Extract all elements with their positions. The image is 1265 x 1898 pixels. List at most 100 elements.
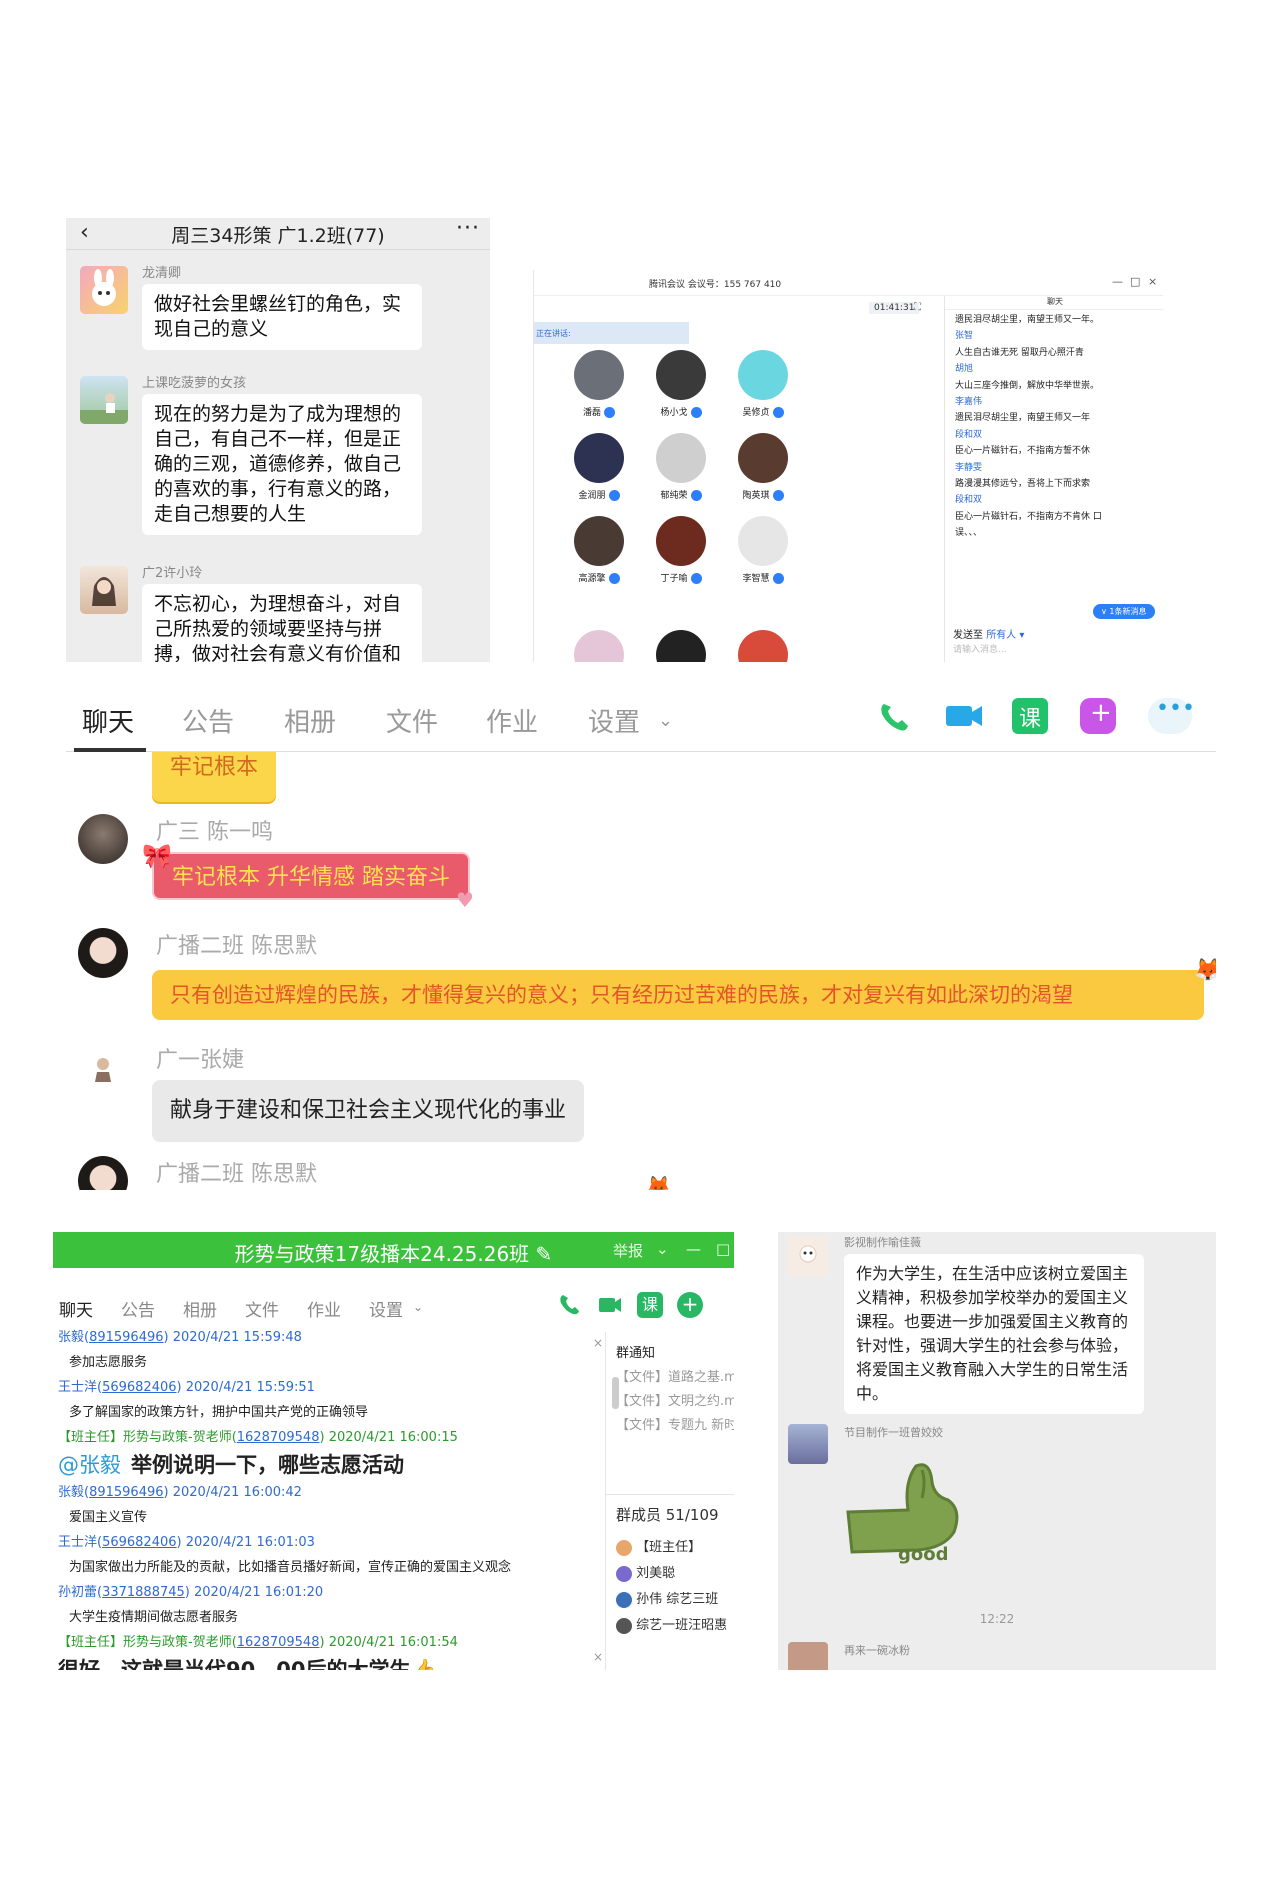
chat-message-text: 臣心一片磁针石，不指南方誓不休 — [955, 446, 1091, 457]
message-bubble[interactable]: 现在的努力是为了成为理想的自己，有自己不一样，但是正确的三观，道德修养，做自己的… — [142, 394, 422, 535]
good-sticker[interactable]: good — [838, 1452, 988, 1582]
chat-input[interactable]: 请输入消息... — [953, 642, 1007, 655]
timestamp: ) 2020/4/21 16:00:42 — [163, 1485, 302, 1500]
phone-icon[interactable] — [557, 1292, 583, 1318]
participant-tile[interactable]: 杨小戈 — [636, 350, 726, 418]
member-item[interactable]: 【班主任】 — [616, 1536, 701, 1556]
tab-files[interactable]: 文件 — [386, 702, 438, 739]
participant-tile[interactable]: 潘磊 — [554, 350, 644, 418]
avatar — [574, 350, 624, 400]
maximize-icon[interactable]: □ — [1130, 275, 1140, 288]
avatar[interactable] — [78, 1156, 128, 1190]
message-bubble[interactable]: 牢记根本 升华情感 踏实奋斗 — [152, 852, 470, 900]
message-bubble[interactable]: 献身于建设和保卫社会主义现代化的事业 — [152, 1080, 585, 1142]
participant-tile[interactable]: 高源擎 — [554, 516, 644, 584]
participant-name: 高源擎 — [554, 571, 644, 584]
qq-number-link[interactable]: 1628709548 — [237, 1635, 320, 1650]
video-icon[interactable] — [942, 698, 986, 734]
message-bubble[interactable]: 做好社会里螺丝钉的角色，实现自己的意义 — [142, 284, 422, 350]
close-icon[interactable]: × — [593, 1336, 603, 1350]
qq-group-chat: 聊天 公告 相册 文件 作业 设置 ⌄ 课 + ••• 牢记根本 广三 陈一鸣 … — [66, 680, 1216, 1190]
phone-icon[interactable] — [872, 698, 916, 734]
avatar[interactable] — [80, 376, 128, 424]
close-icon[interactable]: × — [593, 1650, 603, 1664]
tab-notice[interactable]: 公告 — [182, 702, 234, 739]
message-bubble[interactable]: 牢记根本 — [152, 752, 277, 802]
qq-number-link[interactable]: 569682406 — [102, 1380, 176, 1395]
qq-number-link[interactable]: 569682406 — [102, 1535, 176, 1550]
file-item[interactable]: 【文件】文明之约.m — [616, 1390, 734, 1409]
mic-icon — [690, 490, 702, 501]
message-bubble[interactable]: 只有创造过辉煌的民族，才懂得复兴的意义；只有经历过苦难的民族，才对复兴有如此深切… — [152, 970, 1204, 1020]
avatar[interactable] — [78, 814, 128, 864]
member-item[interactable]: 刘美聪 — [616, 1562, 675, 1582]
tab-chat[interactable]: 聊天 — [59, 1296, 93, 1321]
tab-homework[interactable]: 作业 — [307, 1296, 341, 1321]
participant-tile[interactable]: 郁纯荣 — [636, 433, 726, 501]
sender-name: 广2许小玲 — [142, 566, 203, 581]
avatar[interactable] — [78, 1042, 128, 1092]
message-bubble[interactable]: 不忘初心，为理想奋斗，对自己所热爱的领域要坚持与拼搏，做对社会有意义有价值和有所… — [142, 584, 422, 662]
highlighted-message: @张毅 举例说明一下，哪些志愿活动 — [58, 1449, 404, 1479]
lesson-icon[interactable]: 课 — [637, 1292, 663, 1318]
more-dots-icon[interactable]: ··· — [456, 218, 480, 241]
tab-files[interactable]: 文件 — [245, 1296, 279, 1321]
qq-number-link[interactable]: 3371888745 — [102, 1585, 185, 1600]
chevron-down-icon[interactable]: ▾ — [1016, 630, 1024, 641]
add-icon[interactable]: + — [1080, 698, 1116, 734]
participant-tile[interactable]: 李智慧 — [718, 516, 808, 584]
avatar — [656, 516, 706, 566]
video-icon[interactable] — [597, 1292, 623, 1318]
avatar[interactable] — [788, 1424, 828, 1464]
report-link[interactable]: 举报 — [613, 1240, 643, 1261]
chat-message: 上课吃菠萝的女孩 现在的努力是为了成为理想的自己，有自己不一样，但是正确的三观，… — [66, 372, 490, 542]
file-item[interactable]: 【文件】专题九 新时 — [616, 1414, 734, 1433]
file-item[interactable]: 【文件】道路之基.m — [616, 1366, 734, 1385]
chevron-down-icon[interactable]: ⌄ — [656, 1240, 669, 1258]
chevron-down-icon[interactable]: ⌄ — [413, 1300, 423, 1314]
participant-tile[interactable]: 吴修贞 — [718, 350, 808, 418]
more-icon[interactable]: ••• — [1148, 696, 1195, 734]
lesson-icon[interactable]: 课 — [1012, 698, 1048, 734]
avatar — [616, 1565, 632, 1582]
avatar[interactable] — [78, 928, 128, 978]
add-icon[interactable]: + — [677, 1292, 703, 1318]
member-item[interactable]: 综艺一班汪昭惠 — [616, 1614, 727, 1634]
avatar[interactable] — [788, 1236, 828, 1276]
avatar[interactable] — [788, 1642, 828, 1670]
tab-album[interactable]: 相册 — [284, 702, 336, 739]
qq-number-link[interactable]: 891596496 — [89, 1485, 163, 1500]
mention[interactable]: @张毅 — [58, 1453, 121, 1477]
chevron-down-icon[interactable]: ⌄ — [658, 710, 673, 731]
chat-message-text: 臣心一片磁针石，不指南方不肯休 口 — [955, 511, 1102, 522]
qq-number-link[interactable]: 1628709548 — [237, 1430, 320, 1445]
meeting-title: 腾讯会议 会议号：155 767 410 — [649, 280, 782, 290]
fullscreen-icon[interactable]: ⛶ — [914, 302, 921, 313]
chat-header: ‹ 周三34形策 广1.2班(77) ··· — [66, 218, 490, 250]
send-to-select[interactable]: 所有人 — [986, 630, 1016, 641]
participant-tile[interactable]: 丁子喻 — [636, 516, 726, 584]
edit-icon[interactable]: ✎ — [536, 1242, 553, 1266]
new-message-badge[interactable]: ∨ 1条新消息 — [1093, 604, 1155, 619]
close-icon[interactable]: × — [1148, 275, 1157, 288]
qq-number-link[interactable]: 891596496 — [89, 1330, 163, 1345]
participant-tile[interactable]: 陶英琪 — [718, 433, 808, 501]
group-sidebar: 群通知 【文件】道路之基.m 【文件】文明之约.m 【文件】专题九 新时 群成员… — [605, 1332, 734, 1670]
maximize-icon[interactable]: □ — [716, 1240, 730, 1258]
minimize-icon[interactable]: — — [686, 1240, 701, 1258]
minimize-icon[interactable]: — — [1112, 275, 1123, 288]
tab-settings[interactable]: 设置 — [588, 702, 640, 739]
tab-homework[interactable]: 作业 — [486, 702, 538, 739]
tab-chat[interactable]: 聊天 — [82, 702, 134, 739]
tab-album[interactable]: 相册 — [183, 1296, 217, 1321]
message-bubble[interactable]: 作为大学生，在生活中应该树立爱国主义精神，积极参加学校举办的爱国主义课程。也要进… — [844, 1254, 1144, 1414]
tab-settings[interactable]: 设置 — [369, 1296, 403, 1321]
avatar[interactable] — [80, 266, 128, 314]
avatar[interactable] — [80, 566, 128, 614]
chat-message: 龙清卿 做好社会里螺丝钉的角色，实现自己的意义 — [66, 262, 490, 382]
tab-notice[interactable]: 公告 — [121, 1296, 155, 1321]
timestamp: ) 2020/4/21 16:01:20 — [184, 1585, 324, 1600]
participant-name-text: 金润朋 — [578, 491, 606, 501]
member-item[interactable]: 孙伟 综艺三班 — [616, 1588, 718, 1608]
participant-tile[interactable]: 金润朋 — [554, 433, 644, 501]
